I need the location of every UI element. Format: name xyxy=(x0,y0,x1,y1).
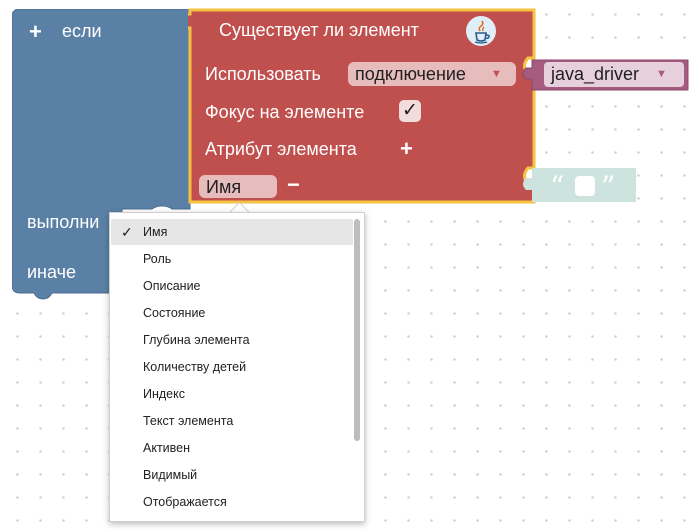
java-icon xyxy=(466,16,496,46)
menu-item-index[interactable]: Индекс xyxy=(111,381,353,407)
remove-attribute-minus-icon[interactable]: − xyxy=(287,172,300,198)
if-plus-icon[interactable]: + xyxy=(29,19,42,45)
do-label: выполни xyxy=(27,212,100,232)
close-quote: ” xyxy=(601,170,616,203)
menu-item-displayed[interactable]: Отображается xyxy=(111,489,353,515)
text-input-field[interactable] xyxy=(575,176,595,196)
check-icon: ✓ xyxy=(402,100,418,121)
attribute-dropdown[interactable]: Имя xyxy=(199,175,277,198)
menu-item-name[interactable]: ✓ Имя xyxy=(111,219,353,245)
java-driver-block[interactable]: java_driver ▼ xyxy=(520,59,695,93)
menu-item-description[interactable]: Описание xyxy=(111,273,353,299)
chevron-down-icon: ▼ xyxy=(491,68,502,80)
menu-item-depth[interactable]: Глубина элемента xyxy=(111,327,353,353)
open-quote: “ xyxy=(550,170,565,203)
element-exists-block[interactable]: Существует ли элемент Использовать подкл… xyxy=(188,8,538,204)
check-icon: ✓ xyxy=(121,224,133,240)
if-label: если xyxy=(62,21,102,41)
java-driver-value: java_driver xyxy=(551,64,640,84)
attribute-value: Имя xyxy=(206,177,242,197)
chevron-down-icon: ▼ xyxy=(656,68,667,80)
focus-label: Фокус на элементе xyxy=(205,102,365,122)
attribute-dropdown-menu[interactable]: ✓ Имя Роль Описание Состояние Глубина эл… xyxy=(109,212,365,522)
use-label: Использовать xyxy=(205,64,321,84)
menu-item-state[interactable]: Состояние xyxy=(111,300,353,326)
connection-dropdown[interactable]: подключение ▼ xyxy=(348,62,516,86)
menu-item-visible[interactable]: Видимый xyxy=(111,462,353,488)
attribute-label: Атрибут элемента xyxy=(205,139,357,159)
menu-item-role[interactable]: Роль xyxy=(111,246,353,272)
add-attribute-plus-icon[interactable]: + xyxy=(400,136,413,162)
text-literal-block[interactable]: “ ” xyxy=(520,168,638,204)
connection-value: подключение xyxy=(355,64,466,84)
java-driver-dropdown[interactable]: java_driver ▼ xyxy=(544,62,684,87)
menu-item-children-count[interactable]: Количеству детей xyxy=(111,354,353,380)
block-title: Существует ли элемент xyxy=(219,20,419,40)
dropdown-scrollbar[interactable] xyxy=(354,219,360,441)
else-label: иначе xyxy=(27,262,76,282)
menu-item-enabled[interactable]: Активен xyxy=(111,435,353,461)
menu-item-element-text[interactable]: Текст элемента xyxy=(111,408,353,434)
focus-checkbox[interactable]: ✓ xyxy=(399,100,421,122)
